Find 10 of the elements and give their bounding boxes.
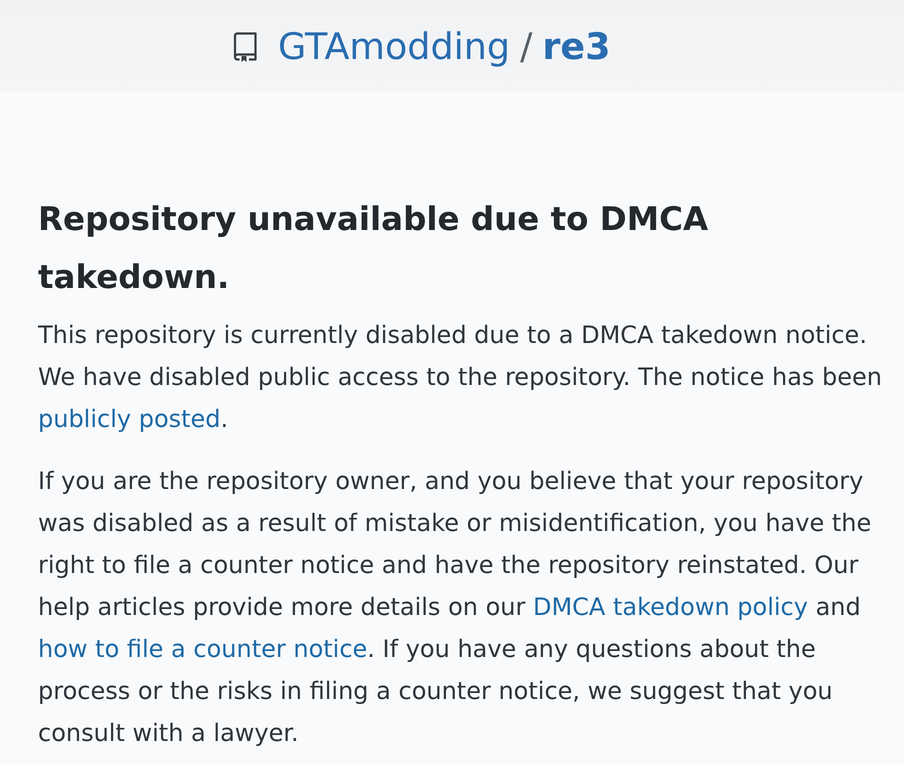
link[interactable]: publicly posted — [38, 405, 221, 433]
owner-link[interactable]: GTAmodding — [278, 24, 510, 68]
path-separator: / — [520, 24, 532, 68]
link[interactable]: how to file a counter notice — [38, 635, 368, 663]
repository-link[interactable]: re3 — [542, 24, 611, 68]
notice-heading: Repository unavailable due to DMCA takedown. — [38, 199, 710, 298]
repo-icon — [232, 32, 258, 62]
notice-paragraph: If you are the repository owner, and you believe that your repository was disabled as a result of mistake or misidentification, you have the right to file a counter notice and have the repository reinstated. Our help articles provide more details on our DMCA takedown policy and how to file a counter notice. If you have any questions about the process or the risks in filing a counter notice, we suggest that you consult with a lawyer. — [38, 466, 872, 749]
link[interactable]: DMCA takedown policy — [532, 593, 808, 621]
notice-paragraph: This repository is currently disabled due to a DMCA takedown notice. We have disabled public access to the repository. The notice has been publicly posted. — [38, 320, 884, 435]
